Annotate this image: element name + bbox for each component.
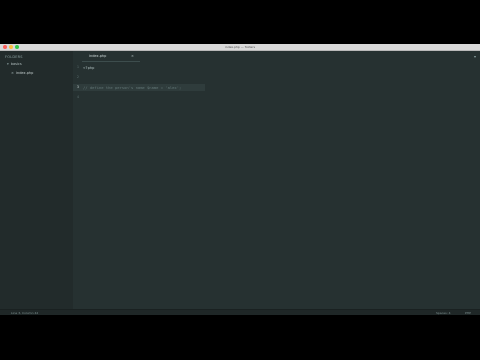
tab-dropdown-icon[interactable]: ▾ [474,54,476,59]
syntax-selector[interactable]: PHP [465,311,471,315]
code-editor[interactable]: 1 2 3 4 <?php // define the person's nam… [73,61,480,309]
code-line-1: <?php [83,65,95,70]
cursor-position: Line 3, Column 42 [11,311,39,315]
sidebar-folder-basics[interactable]: ▾ basics [7,62,22,66]
indentation-setting[interactable]: Spaces: 4 [436,311,451,315]
window-title: index.php — folders [224,45,256,49]
tab-bar: index.php × ▾ [73,51,480,62]
line-number: 4 [76,95,79,99]
sidebar: FOLDERS ▾ basics × index.php [0,51,73,309]
sidebar-file-index-php[interactable]: × index.php [9,70,73,78]
folder-label: basics [10,62,22,66]
tab-close-icon[interactable]: × [131,54,134,58]
editor-window: index.php — folders FOLDERS ▾ basics × in… [0,44,480,315]
sidebar-file-label: index.php [16,71,34,75]
tab-label: index.php [89,54,107,58]
line-number-gutter: 1 2 3 4 [73,61,81,309]
close-icon[interactable]: × [11,71,14,75]
line-number: 1 [76,65,79,69]
title-bar[interactable]: index.php — folders [0,44,480,51]
folder-expand-icon: ▾ [7,62,9,66]
status-bar: Line 3, Column 42 Spaces: 4 PHP [0,309,480,315]
code-line-3: // define the person's name $name = 'ale… [83,85,181,90]
line-number: 2 [76,75,79,79]
line-number: 3 [76,85,79,89]
code-comment: // define the person's name $name = 'ale… [83,85,182,90]
sidebar-header: FOLDERS [5,55,23,59]
